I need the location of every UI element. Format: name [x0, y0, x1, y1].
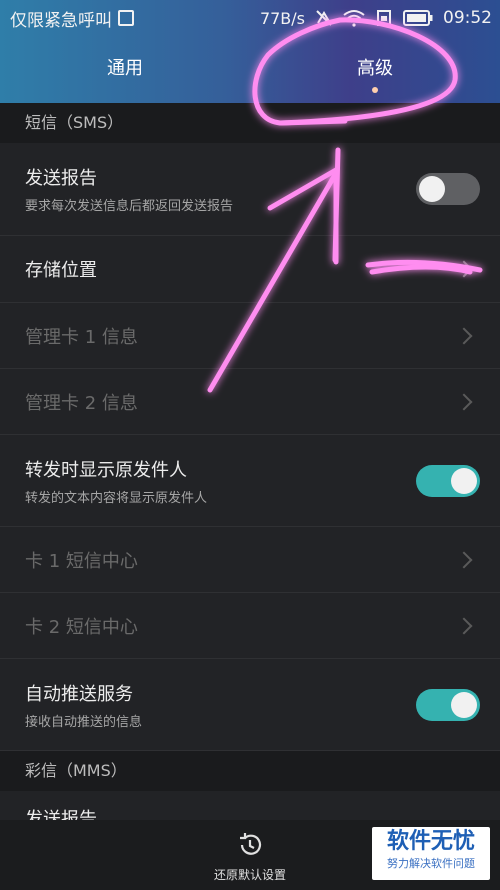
- toggle-knob: [419, 176, 445, 202]
- section-header-mms: 彩信（MMS）: [0, 751, 500, 791]
- row-title: 管理卡 1 信息: [25, 326, 138, 348]
- row-title: 管理卡 2 信息: [25, 392, 138, 414]
- auto-push-toggle[interactable]: [416, 688, 480, 721]
- row-auto-push-service[interactable]: 自动推送服务 接收自动推送的信息: [0, 659, 500, 751]
- restore-defaults-button[interactable]: 还原默认设置: [205, 830, 295, 883]
- row-title: 卡 1 短信中心: [25, 550, 138, 572]
- settings-list: 短信（SMS） 发送报告 要求每次发送信息后都返回发送报告 存储位置 管理卡 1…: [0, 103, 500, 831]
- toggle-knob: [451, 467, 477, 494]
- wifi-icon: [343, 10, 365, 27]
- restore-defaults-label: 还原默认设置: [213, 868, 286, 882]
- active-tab-indicator: [372, 87, 378, 93]
- row-manage-card1[interactable]: 管理卡 1 信息: [0, 303, 500, 369]
- section-header-sms: 短信（SMS）: [0, 103, 500, 143]
- battery-icon: [403, 10, 433, 26]
- clock: 09:52: [443, 8, 492, 28]
- row-title: 卡 2 短信中心: [25, 616, 138, 638]
- row-forward-show-sender[interactable]: 转发时显示原发件人 转发的文本内容将显示原发件人: [0, 435, 500, 527]
- tab-advanced-label: 高级: [357, 58, 393, 79]
- row-title: 自动推送服务: [25, 683, 133, 705]
- row-delivery-report[interactable]: 发送报告 要求每次发送信息后都返回发送报告: [0, 143, 500, 236]
- row-subtitle: 要求每次发送信息后都返回发送报告: [25, 199, 234, 214]
- network-speed: 77B/s: [259, 8, 305, 28]
- row-card2-sms-center[interactable]: 卡 2 短信中心: [0, 593, 500, 659]
- chevron-right-icon: [455, 393, 473, 410]
- watermark-title: 软件无忧: [386, 829, 475, 854]
- delivery-report-toggle[interactable]: [416, 173, 480, 205]
- row-title: 发送报告: [25, 168, 97, 189]
- row-title: 存储位置: [25, 260, 97, 281]
- chevron-right-icon: [455, 260, 473, 278]
- row-subtitle: 接收自动推送的信息: [25, 714, 143, 730]
- sim-icon: [377, 10, 391, 26]
- chevron-right-icon: [455, 327, 473, 344]
- header: 仅限紧急呼叫 77B/s 09:52 通用 高级: [0, 0, 500, 103]
- status-bar: 仅限紧急呼叫 77B/s 09:52: [0, 0, 500, 36]
- row-subtitle: 转发的文本内容将显示原发件人: [25, 490, 208, 506]
- carrier-text: 仅限紧急呼叫: [10, 10, 112, 31]
- mute-icon: [316, 10, 332, 26]
- chevron-right-icon: [455, 617, 473, 634]
- chevron-right-icon: [455, 551, 473, 568]
- watermark-logo: 软件无忧 努力解决软件问题: [372, 827, 490, 880]
- tab-general-label: 通用: [107, 58, 143, 79]
- row-manage-card2[interactable]: 管理卡 2 信息: [0, 369, 500, 435]
- image-icon: [118, 10, 134, 26]
- row-storage-location[interactable]: 存储位置: [0, 236, 500, 303]
- forward-show-sender-toggle[interactable]: [416, 464, 480, 497]
- restore-history-icon: [240, 833, 262, 855]
- toggle-knob: [451, 691, 477, 718]
- tab-bar: 通用 高级: [0, 52, 500, 93]
- tab-advanced[interactable]: 高级: [250, 52, 500, 93]
- tab-general[interactable]: 通用: [0, 52, 250, 86]
- row-title: 转发时显示原发件人: [25, 459, 187, 481]
- watermark-subtitle: 努力解决软件问题: [387, 857, 475, 870]
- row-card1-sms-center[interactable]: 卡 1 短信中心: [0, 527, 500, 593]
